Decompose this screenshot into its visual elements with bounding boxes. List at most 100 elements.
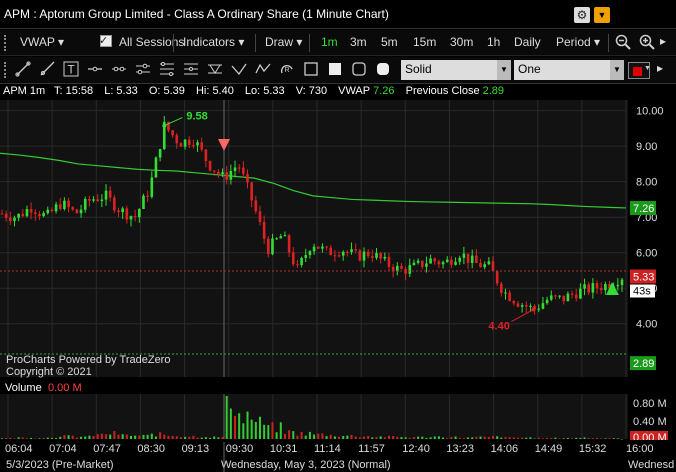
filled-rect-icon[interactable] (326, 61, 344, 79)
zoom-in-icon[interactable] (638, 34, 656, 52)
volume-tick: 0.40 M (633, 416, 667, 428)
candle-body (445, 259, 449, 263)
zoom-out-icon[interactable] (614, 34, 632, 52)
volume-bar (267, 425, 270, 439)
chevron-down-icon[interactable]: ▼ (594, 7, 610, 23)
volume-bar (221, 436, 224, 439)
all-sessions-label[interactable]: All Sessions (119, 35, 184, 49)
volume-bar (279, 422, 282, 439)
period-menu[interactable]: Period ▾ (556, 35, 600, 49)
candle-body (58, 204, 62, 209)
ellipse-icon[interactable] (374, 61, 392, 79)
time-tick: 06:04 (5, 443, 33, 455)
timeframe-30m[interactable]: 30m (450, 35, 473, 49)
indicator-dropdown[interactable]: VWAP ▾ (20, 35, 64, 49)
levels-icon[interactable] (182, 61, 200, 79)
high-marker (162, 123, 167, 128)
timeframe-3m[interactable]: 3m (350, 35, 367, 49)
volume-bar (159, 432, 162, 439)
timeframe-5m[interactable]: 5m (381, 35, 398, 49)
horizontal-line-icon[interactable] (86, 61, 104, 79)
toolbar-more-icon[interactable]: ▸ (657, 61, 663, 75)
timeframe-1m[interactable]: 1m (321, 35, 338, 49)
candle-body (17, 213, 20, 218)
volume-bar (154, 436, 157, 439)
timeframe-1h[interactable]: 1h (487, 35, 500, 49)
volume-bar (13, 438, 16, 439)
hi-value: 5.40 (212, 85, 234, 97)
price-chart[interactable]: 9.584.40 ProCharts Powered by TradeZero … (0, 100, 676, 472)
toolbar-grip[interactable] (4, 35, 8, 51)
volume-bar (475, 436, 478, 439)
price-tick: 8.00 (636, 177, 657, 189)
candle-body (63, 200, 66, 209)
volume-bar (209, 437, 212, 439)
candle-body (138, 208, 141, 218)
volume-bar (396, 436, 399, 439)
vline-icon[interactable] (206, 61, 224, 79)
volume-bar (17, 437, 20, 439)
fib-icon[interactable] (158, 61, 176, 79)
volume-bar (392, 435, 395, 439)
chart-area[interactable]: 9.58 4.40 ProCharts Powered by TradeZero … (0, 100, 676, 472)
title-bar: APM : Aptorum Group Limited - Class A Or… (0, 0, 676, 29)
candle-body (562, 295, 566, 302)
rectangle-icon[interactable] (302, 61, 320, 79)
volume-bar (379, 436, 382, 439)
indicators-menu[interactable]: Indicators ▾ (183, 35, 244, 49)
line-style-select[interactable]: Solid ▼ (401, 60, 511, 80)
volume-bar (129, 435, 132, 439)
volume-bar (242, 423, 245, 439)
volume-bar (21, 437, 24, 439)
candle-body (400, 265, 403, 269)
pitchfork-icon[interactable]: R (278, 61, 296, 79)
candle-body (508, 292, 511, 302)
angle-icon[interactable] (230, 61, 248, 79)
line-width-select[interactable]: One ▼ (514, 60, 624, 80)
low-marker (531, 307, 536, 312)
volume-bar (342, 436, 345, 439)
candle-body (312, 246, 316, 252)
v-label: V: (295, 85, 306, 97)
toolbar-grip[interactable] (4, 62, 8, 78)
volume-bar (404, 437, 407, 439)
candle-body (425, 263, 428, 267)
volume-bar (338, 436, 341, 439)
volume-bar (250, 419, 253, 439)
color-picker[interactable]: ▼ (628, 62, 651, 79)
candle-body (267, 238, 270, 255)
ray-icon[interactable] (38, 61, 56, 79)
wave-icon[interactable] (254, 61, 272, 79)
volume-bar (616, 438, 619, 439)
gear-icon[interactable]: ⚙ (574, 7, 590, 23)
line-icon[interactable] (14, 61, 32, 79)
candle-body (154, 157, 158, 178)
price-tick: 6.00 (636, 248, 657, 260)
l-label: L: (104, 85, 114, 97)
low-label: 4.40 (488, 321, 509, 333)
volume-bar (163, 434, 166, 439)
volume-bar (533, 438, 536, 440)
volume-bar (50, 437, 53, 439)
dots-icon[interactable] (110, 61, 128, 79)
timeframe-daily[interactable]: Daily (514, 35, 541, 49)
volume-bar (204, 437, 207, 439)
candle-body (225, 172, 228, 180)
candle-body (221, 172, 224, 175)
volume-bar (600, 438, 603, 440)
draw-menu[interactable]: Draw ▾ (265, 35, 302, 49)
volume-bar (479, 436, 482, 439)
candle-body (146, 195, 149, 197)
sliders-icon[interactable] (134, 61, 152, 79)
volume-bar (417, 436, 420, 439)
toolbar-more-icon[interactable]: ▸ (660, 34, 666, 48)
candle-body (558, 295, 561, 297)
candle-body (196, 142, 199, 146)
candle-body (500, 283, 503, 293)
text-icon[interactable]: T (62, 61, 80, 79)
candle-body (100, 199, 104, 201)
rounded-rect-icon[interactable] (350, 61, 368, 79)
timeframe-15m[interactable]: 15m (413, 35, 436, 49)
candle-body (466, 253, 470, 263)
candle-body (254, 200, 258, 212)
